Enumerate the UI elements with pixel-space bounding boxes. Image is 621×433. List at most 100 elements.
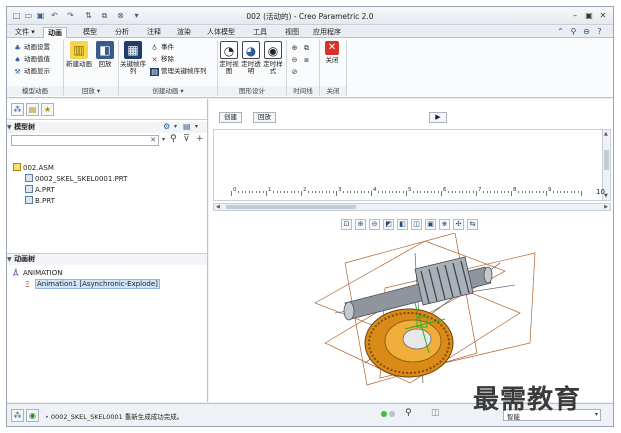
search-icon[interactable]: ⚲ (568, 27, 579, 37)
close-icon[interactable]: ✕ (597, 10, 609, 21)
playback-button[interactable]: ◧ 回放 (94, 41, 116, 68)
zoom-out-icon[interactable]: ⊖ (369, 219, 380, 230)
tab-model[interactable]: 模型 (79, 27, 101, 38)
maximize-icon[interactable]: ▣ (583, 10, 595, 21)
scroll-thumb[interactable] (604, 150, 609, 170)
display-style-icon[interactable]: ▣ (425, 219, 436, 230)
toggle-browser-icon[interactable]: ◉ (26, 409, 39, 422)
timeline-fit-button[interactable]: ⊘ (290, 66, 301, 76)
event-button[interactable]: ♁ 事件 (150, 42, 174, 52)
add-icon[interactable]: + (196, 134, 204, 144)
saved-views-icon[interactable]: ◫ (411, 219, 422, 230)
timeline-extra-icon: ⧈ (304, 56, 309, 64)
model-tree-icon[interactable]: ⁂ (11, 103, 24, 116)
keyframe-sequence-button[interactable]: ▦ 关键帧序列 (120, 41, 146, 75)
animation-value-button[interactable]: ♠ 动画值值 (13, 54, 50, 64)
tree-item-animation-root[interactable]: Å ANIMATION (13, 268, 62, 278)
settings-dropdown-icon[interactable]: ▾ (174, 122, 180, 132)
close-red-icon: ✕ (325, 41, 339, 55)
ruler-tick-label: 8 (513, 187, 517, 193)
scroll-up-icon[interactable]: ▲ (604, 131, 608, 137)
group-label-graphic-design: 图形设计 (218, 86, 286, 96)
zoom-in-time-button[interactable]: ⊕ (290, 42, 301, 52)
ruler-tick (423, 191, 425, 193)
playback-control-button[interactable]: 回放 (253, 112, 276, 123)
zoom-out-time-button[interactable]: ⧉ (302, 42, 313, 52)
ruler-tick (507, 191, 509, 193)
tree-item-part[interactable]: 0002_SKEL_SKEL0001.PRT (25, 174, 127, 184)
timed-style-icon: ◉ (264, 41, 282, 59)
spin-center-icon[interactable]: ✣ (453, 219, 464, 230)
minimize-ribbon-icon[interactable]: ⌃ (555, 27, 566, 37)
ruler-tick (290, 191, 292, 193)
tab-analysis[interactable]: 分析 (111, 27, 133, 38)
remove-button[interactable]: ✕ 移除 (150, 54, 174, 64)
model-viewport[interactable] (305, 233, 541, 393)
ruler-tick (245, 191, 246, 193)
search-input[interactable]: ✕ (11, 135, 159, 146)
find-status-icon[interactable]: ⚲ (405, 408, 412, 418)
ruler-tick (388, 191, 390, 193)
animation-settings-button[interactable]: ♣ 动画设置 (13, 42, 50, 52)
tab-applications[interactable]: 应用程序 (309, 27, 345, 38)
help-icon[interactable]: ? (594, 27, 605, 37)
playback-icon: ◧ (96, 41, 114, 59)
timed-style-button[interactable]: ◉ 定时样式 (263, 41, 283, 75)
tree-columns-icon[interactable]: ▤ (183, 122, 193, 132)
ruler-tick (511, 191, 512, 196)
repaint-icon[interactable]: ◩ (383, 219, 394, 230)
close-animation-button[interactable]: ✕ 关闭 (321, 41, 343, 64)
search-dropdown-icon[interactable]: ▾ (162, 136, 165, 143)
minimize-icon[interactable]: – (569, 10, 581, 21)
timeline-hscrollbar[interactable]: ◀ ▶ (213, 203, 611, 211)
tab-manikin[interactable]: 人体模型 (203, 27, 239, 38)
create-button[interactable]: 创建 (219, 112, 242, 123)
columns-dropdown-icon[interactable]: ▾ (195, 122, 201, 132)
datum-display-icon[interactable]: ⋇ (439, 219, 450, 230)
toggle-navigator-icon[interactable]: ⁂ (11, 409, 24, 422)
part-icon (25, 174, 33, 182)
show-settings-icon[interactable]: ⚙ (163, 122, 173, 132)
layer-status-icon[interactable]: ◫ (431, 408, 440, 418)
new-animation-button[interactable]: ▥ 新建动画 (66, 41, 92, 68)
find-icon[interactable]: ⚲ (170, 134, 177, 144)
tree-item-animation1[interactable]: Ξ Animation1 [Asynchronic-Explode] (25, 279, 160, 289)
tab-view[interactable]: 视图 (281, 27, 303, 38)
ruler-tick (273, 191, 274, 193)
ruler-tick (493, 191, 495, 193)
manage-keyframe-button[interactable]: ▤ 管理关键帧序列 (150, 66, 207, 76)
tab-annotate[interactable]: 注释 (143, 27, 165, 38)
view-orient-icon[interactable]: ◧ (397, 219, 408, 230)
clear-search-icon[interactable]: ✕ (150, 136, 156, 145)
refit-icon[interactable]: ⊡ (341, 219, 352, 230)
filter-icon[interactable]: ⊽ (183, 134, 190, 144)
tree-item-part[interactable]: A.PRT (25, 185, 55, 195)
tree-item-assembly[interactable]: 002.ASM (13, 163, 54, 173)
ruler-tick (385, 191, 386, 193)
tab-file[interactable]: 文件 ▾ (11, 27, 39, 38)
play-icon[interactable]: ▶ (429, 112, 447, 123)
timed-transparency-button[interactable]: ◕ 定时透明 (241, 41, 261, 75)
ruler-tick-label: 9 (548, 187, 552, 193)
ruler-tick-label: 6 (443, 187, 447, 193)
ruler-tick (402, 191, 404, 193)
scroll-left-icon[interactable]: ◀ (216, 204, 220, 210)
tab-animation[interactable]: 动画 (43, 27, 67, 38)
scroll-right-icon[interactable]: ▶ (604, 204, 608, 210)
ruler-tick (563, 191, 565, 193)
help-dropdown-icon[interactable]: ⊖ (581, 27, 592, 37)
search-field[interactable] (12, 136, 142, 145)
animation-display-button[interactable]: ⚒ 动画显示 (13, 66, 50, 76)
tree-item-part[interactable]: B.PRT (25, 196, 55, 206)
favorites-icon[interactable]: ★ (41, 103, 54, 116)
zoom-in-icon[interactable]: ⊕ (355, 219, 366, 230)
tab-render[interactable]: 渲染 (173, 27, 195, 38)
hscroll-thumb[interactable] (226, 205, 356, 209)
folder-browser-icon[interactable]: ▤ (26, 103, 39, 116)
tab-tools[interactable]: 工具 (249, 27, 271, 38)
annotation-display-icon[interactable]: ⇆ (467, 219, 478, 230)
timed-view-button[interactable]: ◔ 定时视图 (219, 41, 239, 75)
timeline-extra-button[interactable]: ⧈ (302, 54, 313, 64)
refit-time-button[interactable]: ⊖ (290, 54, 301, 64)
ruler-tick (434, 191, 435, 193)
